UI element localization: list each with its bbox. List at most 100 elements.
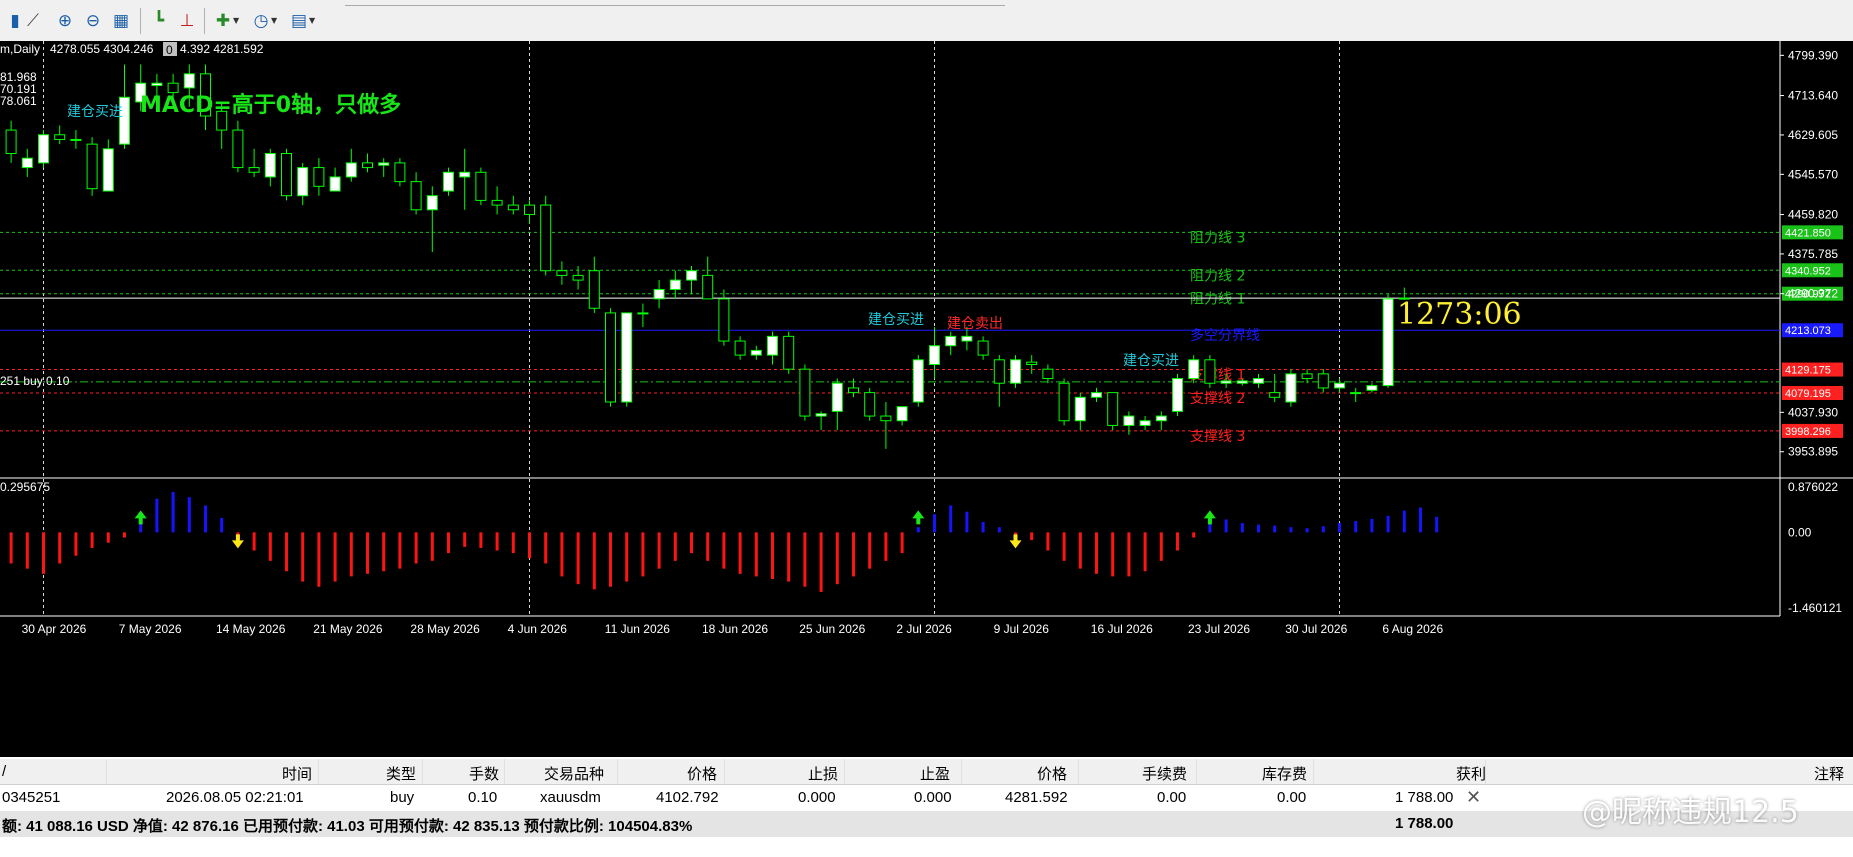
candle-body [718,298,730,342]
auto-scroll-icon[interactable]: ┗ [146,8,172,34]
time-tick-label: 28 May 2026 [410,622,480,636]
candle-body [1285,373,1297,403]
col-tp[interactable]: 止盈 [920,763,950,784]
zoom-out-icon[interactable]: ⊖ [80,8,106,34]
candle-body [1220,380,1232,384]
col-type[interactable]: 类型 [386,763,416,784]
candle-body [524,204,535,215]
candle-body [1042,368,1054,380]
order-time: 2026.08.05 02:21:01 [166,789,304,806]
time-tick-label: 23 Jul 2026 [1188,622,1250,636]
price-chart[interactable]: 阻力线 3 4421.850 阻力线 2 4340.952 阻力线 1 4290.972 多… [0,41,1853,750]
price-tag-label: 4340.952 [1785,265,1831,277]
line-chart-icon[interactable]: ⟋ [20,8,46,34]
candle-body [848,387,859,394]
candle-body [345,162,357,178]
candle-body [783,335,795,370]
col-commission[interactable]: 手续费 [1142,763,1187,784]
price-tag-label: 4421.850 [1785,227,1831,239]
candle-body [880,415,892,422]
candle-body [799,368,811,417]
time-tick-label: 16 Jul 2026 [1091,622,1153,636]
order-tp: 0.000 [914,789,952,806]
candle-body [702,274,714,300]
col-swap[interactable]: 库存费 [1262,763,1307,784]
candle-body [1382,298,1394,387]
order-symbol: xauusdm [540,789,601,806]
candle-body [864,392,876,417]
price-tick-label: 4713.640 [1788,89,1838,103]
candle [1010,355,1021,388]
order-id: 0345251 [2,789,61,806]
order-sl: 0.000 [798,789,836,806]
candle-body [1301,373,1313,380]
price-tag-label: 4079.195 [1785,388,1831,400]
candle-body [1317,373,1329,389]
candle-body [993,359,1005,384]
candle-body [54,134,66,140]
price-tag-label: 3998.296 [1785,426,1831,438]
col-profit[interactable]: 获利 [1456,763,1486,784]
candle-body [297,167,309,197]
candle-body [264,153,276,178]
col-comment[interactable]: 注释 [1814,763,1844,784]
candle [86,137,98,196]
candle [38,130,49,168]
sell-label: 建仓卖出 [947,316,1003,332]
time-tick-label: 4 Jun 2026 [508,622,568,636]
close-order-icon[interactable]: ✕ [1466,787,1481,808]
table-row[interactable]: 0345251 2026.08.05 02:21:01 buy 0.10 xau… [0,785,1853,810]
candle-body [831,382,843,412]
candle [605,308,616,407]
price-tag-label: 4213.073 [1785,325,1831,337]
candle-body [1172,378,1183,412]
candle-body [410,181,422,211]
zoom-in-icon[interactable]: ⊕ [52,8,78,34]
level-label: 支撑线 2 [1190,391,1245,407]
buy-label-3: 建仓买进 [1123,353,1179,369]
time-tick-label: 30 Apr 2026 [22,622,87,636]
col-open-price[interactable]: 价格 [687,763,717,784]
col-sl[interactable]: 止损 [808,763,838,784]
chart-shift-icon[interactable]: ⊥ [174,8,200,34]
time-tick-label: 2 Jul 2026 [896,622,952,636]
time-tick-label: 11 Jun 2026 [605,622,670,636]
candle [540,195,552,276]
col-time[interactable]: 时间 [282,763,312,784]
candle [443,167,454,196]
time-tick-label: 9 Jul 2026 [994,622,1050,636]
candle-body [1366,385,1378,391]
candle-body [767,335,778,356]
candle-body [426,195,438,211]
order-lots: 0.10 [468,789,498,806]
account-summary: 额: 41 088.16 USD 净值: 42 876.16 已用预付款: 41… [0,811,1853,837]
ohlc-values-2: 4.392 4281.592 [180,42,264,56]
candle-body [750,349,762,356]
left-value-3: 78.061 [0,94,37,108]
candle-body [151,82,163,87]
price-tick-label: 4629.605 [1788,128,1838,142]
candle-body [588,270,600,309]
ohlc-values: 4278.055 4304.246 [50,42,154,56]
candle-body [491,199,503,206]
candle-body [572,274,584,281]
candle-body [443,171,454,192]
candle-body [248,167,260,173]
candle-body [945,335,957,347]
candle [1285,369,1297,407]
candle-body [556,270,568,276]
account-summary-text: 额: 41 088.16 USD 净值: 42 876.16 已用预付款: 41… [2,818,693,835]
tile-windows-icon[interactable]: ▦ [108,8,134,34]
candle-body [38,134,49,164]
macd-tick-label: 0.876022 [1788,480,1838,494]
price-tick-label: 4037.930 [1788,405,1838,419]
candle-body [1107,392,1119,426]
level-label: 阻力线 2 [1190,268,1245,284]
order-profit: 1 788.00 [1395,789,1454,806]
col-lots[interactable]: 手数 [469,763,499,784]
col-order[interactable]: / [2,763,6,780]
candle-body [815,413,827,417]
col-price[interactable]: 价格 [1037,763,1067,784]
candle-body [183,73,195,89]
col-symbol[interactable]: 交易品种 [544,763,604,784]
